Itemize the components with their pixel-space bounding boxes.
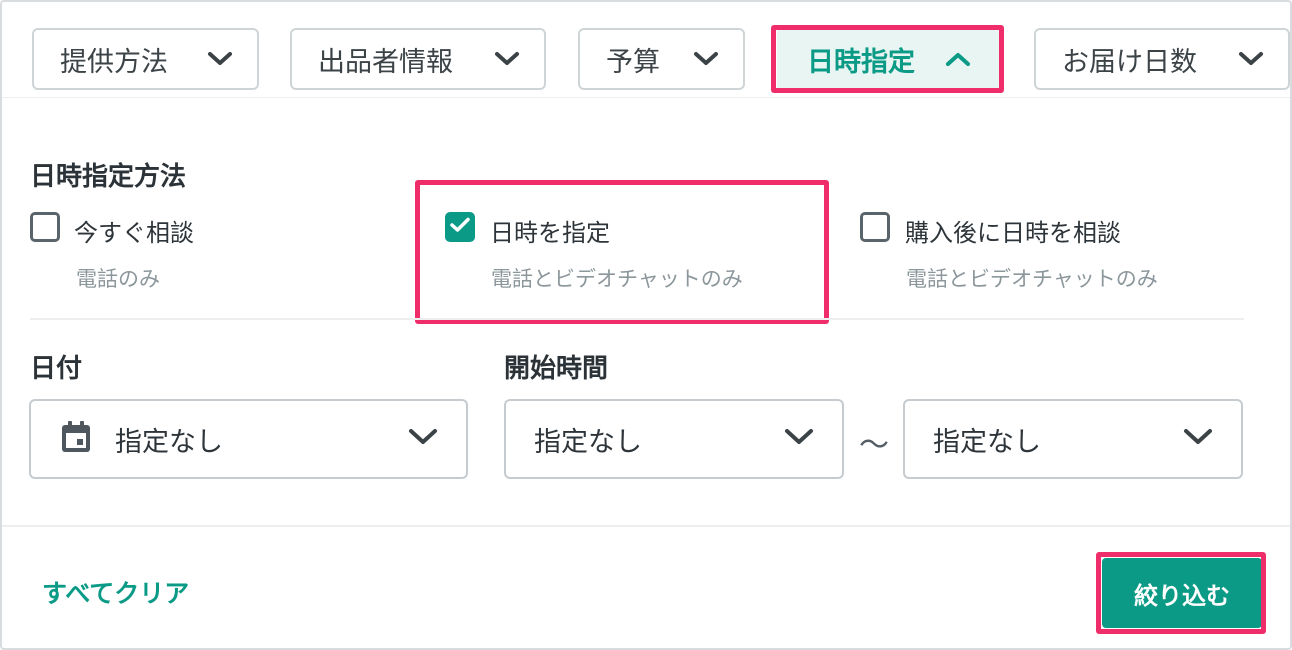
option-sublabel: 電話とビデオチャットのみ bbox=[906, 267, 1158, 291]
chevron-down-icon bbox=[784, 428, 814, 450]
filter-tab-bar: 提供方法 出品者情報 予算 日時指定 お届け日数 bbox=[2, 2, 1290, 98]
chevron-down-icon bbox=[1183, 428, 1213, 450]
option-sublabel: 電話とビデオチャットのみ bbox=[491, 267, 743, 291]
option-label: 日時を指定 bbox=[490, 219, 610, 247]
tab-label: 提供方法 bbox=[60, 46, 168, 78]
panel-divider bbox=[2, 97, 1290, 98]
tab-date-time[interactable]: 日時指定 bbox=[777, 30, 999, 88]
section-divider bbox=[30, 318, 1244, 320]
calendar-icon bbox=[59, 419, 93, 459]
checkbox-consult-after-purchase[interactable] bbox=[860, 212, 890, 242]
tab-label: 出品者情報 bbox=[318, 46, 453, 78]
checkbox-consult-now[interactable] bbox=[30, 212, 60, 242]
option-label: 今すぐ相談 bbox=[74, 219, 194, 247]
tab-label: お届け日数 bbox=[1062, 46, 1197, 78]
footer-divider bbox=[2, 525, 1290, 527]
tab-seller-info[interactable]: 出品者情報 bbox=[290, 28, 546, 90]
checkmark-icon bbox=[450, 217, 470, 237]
start-time-section-title: 開始時間 bbox=[504, 354, 609, 384]
chevron-down-icon bbox=[494, 51, 520, 67]
start-time-from-value: 指定なし bbox=[534, 426, 642, 458]
option-sublabel: 電話のみ bbox=[76, 267, 160, 291]
time-range-separator: 〜 bbox=[859, 428, 889, 463]
start-time-to-select[interactable]: 指定なし bbox=[903, 399, 1243, 479]
tab-label: 予算 bbox=[606, 46, 660, 78]
checkbox-specify-datetime[interactable] bbox=[445, 212, 475, 242]
chevron-up-icon bbox=[945, 51, 971, 67]
option-specify-datetime[interactable] bbox=[445, 212, 475, 242]
date-select[interactable]: 指定なし bbox=[29, 399, 468, 479]
option-consult-now[interactable] bbox=[30, 212, 60, 242]
highlight-box-option bbox=[415, 180, 829, 324]
chevron-down-icon bbox=[207, 51, 233, 67]
apply-filter-button[interactable]: 絞り込む bbox=[1102, 558, 1262, 628]
chevron-down-icon bbox=[1238, 51, 1264, 67]
chevron-down-icon bbox=[408, 428, 438, 450]
start-time-from-select[interactable]: 指定なし bbox=[504, 399, 844, 479]
clear-all-link[interactable]: すべてクリア bbox=[42, 574, 189, 610]
tab-budget[interactable]: 予算 bbox=[578, 28, 745, 90]
start-time-to-value: 指定なし bbox=[933, 426, 1041, 458]
filter-panel: 提供方法 出品者情報 予算 日時指定 お届け日数 日時指定方法 今すぐ相談 電話… bbox=[0, 0, 1292, 650]
date-select-value: 指定なし bbox=[115, 426, 223, 458]
chevron-down-icon bbox=[693, 51, 719, 67]
tab-delivery-method[interactable]: 提供方法 bbox=[32, 28, 259, 90]
method-section-title: 日時指定方法 bbox=[30, 162, 187, 192]
option-label: 購入後に日時を相談 bbox=[905, 219, 1121, 247]
option-consult-after-purchase[interactable] bbox=[860, 212, 890, 242]
tab-delivery-days[interactable]: お届け日数 bbox=[1034, 28, 1290, 90]
date-section-title: 日付 bbox=[30, 354, 83, 384]
tab-label: 日時指定 bbox=[807, 46, 915, 78]
